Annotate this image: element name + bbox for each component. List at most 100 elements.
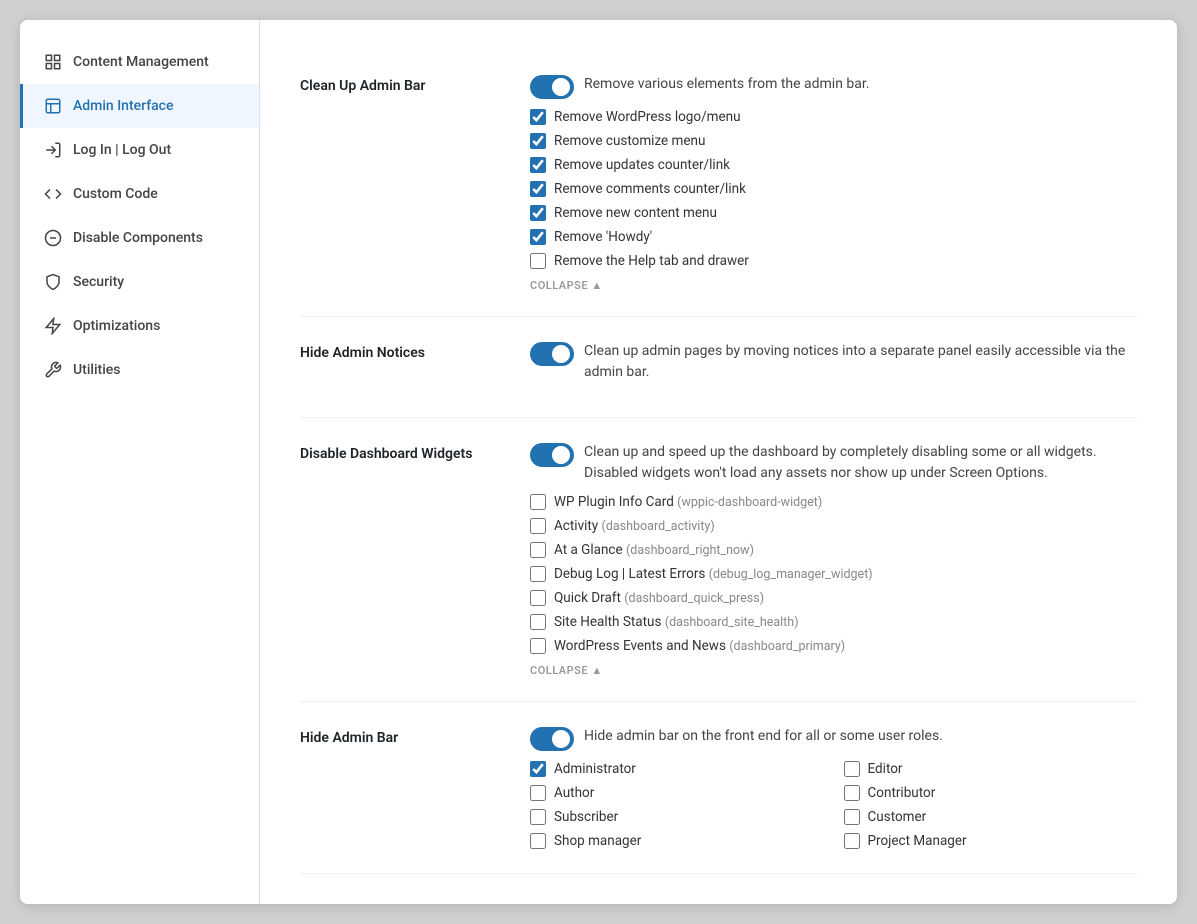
checkbox-label-subscriber: Subscriber (554, 809, 618, 825)
checkbox-role-author[interactable]: Author (530, 785, 824, 801)
checkbox-label-shop-manager: Shop manager (554, 833, 641, 849)
sidebar-item-security[interactable]: Security (20, 260, 259, 304)
sidebar-label-admin-interface: Admin Interface (73, 98, 174, 114)
sidebar-label-security: Security (73, 274, 124, 290)
checkbox-label-wp-plugin-info-card: WP Plugin Info Card (wppic-dashboard-wid… (554, 494, 822, 510)
checkbox-remove-wp-logo[interactable]: Remove WordPress logo/menu (530, 109, 1137, 125)
sidebar-item-custom-code[interactable]: Custom Code (20, 172, 259, 216)
checkbox-remove-customize-menu[interactable]: Remove customize menu (530, 133, 1137, 149)
clean-up-admin-bar-description: Remove various elements from the admin b… (584, 74, 869, 95)
collapse-clean-up-admin-bar[interactable]: COLLAPSE ▲ (530, 279, 1137, 292)
checkbox-role-subscriber[interactable]: Subscriber (530, 809, 824, 825)
zap-icon (43, 316, 63, 336)
setting-hide-admin-bar: Hide Admin Bar Hide admin bar on the fro… (300, 702, 1137, 874)
sidebar-label-utilities: Utilities (73, 362, 120, 378)
grid-icon (43, 52, 63, 72)
checkbox-label-remove-customize-menu: Remove customize menu (554, 133, 705, 149)
clean-up-admin-bar-label: Clean Up Admin Bar (300, 74, 500, 292)
checkbox-label-author: Author (554, 785, 594, 801)
checkbox-activity[interactable]: Activity (dashboard_activity) (530, 518, 1137, 534)
disable-dashboard-widgets-toggle[interactable] (530, 443, 574, 467)
clean-up-admin-bar-checkboxes: Remove WordPress logo/menu Remove custom… (530, 109, 1137, 269)
sidebar-item-utilities[interactable]: Utilities (20, 348, 259, 392)
checkbox-site-health[interactable]: Site Health Status (dashboard_site_healt… (530, 614, 1137, 630)
checkbox-wp-plugin-info-card[interactable]: WP Plugin Info Card (wppic-dashboard-wid… (530, 494, 1137, 510)
login-icon (43, 140, 63, 160)
hide-admin-notices-description: Clean up admin pages by moving notices i… (584, 341, 1137, 383)
checkbox-label-remove-wp-logo: Remove WordPress logo/menu (554, 109, 741, 125)
checkbox-label-remove-new-content: Remove new content menu (554, 205, 717, 221)
checkbox-remove-howdy[interactable]: Remove 'Howdy' (530, 229, 1137, 245)
minus-circle-icon (43, 228, 63, 248)
checkbox-label-remove-help-tab: Remove the Help tab and drawer (554, 253, 749, 269)
hide-admin-notices-toggle-row: Clean up admin pages by moving notices i… (530, 341, 1137, 383)
setting-disable-dashboard-widgets: Disable Dashboard Widgets Clean up and s… (300, 418, 1137, 702)
sidebar-label-custom-code: Custom Code (73, 186, 158, 202)
checkbox-label-project-manager: Project Manager (868, 833, 967, 849)
hide-admin-bar-toggle[interactable] (530, 727, 574, 751)
checkbox-role-customer[interactable]: Customer (844, 809, 1138, 825)
sidebar-label-content-management: Content Management (73, 54, 209, 70)
checkbox-label-activity: Activity (dashboard_activity) (554, 518, 715, 534)
checkbox-at-a-glance[interactable]: At a Glance (dashboard_right_now) (530, 542, 1137, 558)
collapse-disable-dashboard-widgets[interactable]: COLLAPSE ▲ (530, 664, 1137, 677)
checkbox-remove-new-content[interactable]: Remove new content menu (530, 205, 1137, 221)
sidebar-item-content-management[interactable]: Content Management (20, 40, 259, 84)
hide-admin-notices-label: Hide Admin Notices (300, 341, 500, 393)
sidebar: Content Management Admin Interface Log I… (20, 20, 260, 904)
checkbox-label-debug-log: Debug Log | Latest Errors (debug_log_man… (554, 566, 873, 582)
checkbox-label-at-a-glance: At a Glance (dashboard_right_now) (554, 542, 754, 558)
checkbox-label-quick-draft: Quick Draft (dashboard_quick_press) (554, 590, 764, 606)
hide-admin-bar-label: Hide Admin Bar (300, 726, 500, 849)
clean-up-admin-bar-toggle[interactable] (530, 75, 574, 99)
sidebar-label-disable-components: Disable Components (73, 230, 203, 246)
layout-icon (43, 96, 63, 116)
checkbox-role-project-manager[interactable]: Project Manager (844, 833, 1138, 849)
checkbox-label-site-health: Site Health Status (dashboard_site_healt… (554, 614, 799, 630)
hide-admin-bar-toggle-row: Hide admin bar on the front end for all … (530, 726, 1137, 751)
disable-dashboard-widgets-description: Clean up and speed up the dashboard by c… (584, 442, 1137, 484)
checkbox-label-customer: Customer (868, 809, 927, 825)
checkbox-wp-events-news[interactable]: WordPress Events and News (dashboard_pri… (530, 638, 1137, 654)
checkbox-remove-help-tab[interactable]: Remove the Help tab and drawer (530, 253, 1137, 269)
clean-up-admin-bar-toggle-row: Remove various elements from the admin b… (530, 74, 1137, 99)
hide-admin-bar-description: Hide admin bar on the front end for all … (584, 726, 943, 747)
checkbox-role-administrator[interactable]: Administrator (530, 761, 824, 777)
checkbox-label-remove-comments-counter: Remove comments counter/link (554, 181, 746, 197)
app-window: Content Management Admin Interface Log I… (20, 20, 1177, 904)
sidebar-label-optimizations: Optimizations (73, 318, 160, 334)
checkbox-label-remove-howdy: Remove 'Howdy' (554, 229, 652, 245)
shield-icon (43, 272, 63, 292)
hide-admin-bar-role-checkboxes: Administrator Editor Author Contributor (530, 761, 1137, 849)
checkbox-label-editor: Editor (868, 761, 903, 777)
hide-admin-notices-content: Clean up admin pages by moving notices i… (530, 341, 1137, 393)
sidebar-item-admin-interface[interactable]: Admin Interface (20, 84, 259, 128)
main-content: Clean Up Admin Bar Remove various elemen… (260, 20, 1177, 904)
sidebar-item-disable-components[interactable]: Disable Components (20, 216, 259, 260)
tool-icon (43, 360, 63, 380)
disable-dashboard-widgets-label: Disable Dashboard Widgets (300, 442, 500, 677)
clean-up-admin-bar-content: Remove various elements from the admin b… (530, 74, 1137, 292)
setting-hide-admin-notices: Hide Admin Notices Clean up admin pages … (300, 317, 1137, 418)
checkbox-debug-log[interactable]: Debug Log | Latest Errors (debug_log_man… (530, 566, 1137, 582)
disable-dashboard-widgets-toggle-row: Clean up and speed up the dashboard by c… (530, 442, 1137, 484)
disable-dashboard-widgets-content: Clean up and speed up the dashboard by c… (530, 442, 1137, 677)
checkbox-label-remove-updates-counter: Remove updates counter/link (554, 157, 730, 173)
checkbox-role-shop-manager[interactable]: Shop manager (530, 833, 824, 849)
checkbox-role-editor[interactable]: Editor (844, 761, 1138, 777)
sidebar-label-login-logout: Log In | Log Out (73, 142, 171, 158)
hide-admin-notices-toggle[interactable] (530, 342, 574, 366)
disable-dashboard-widgets-checkboxes: WP Plugin Info Card (wppic-dashboard-wid… (530, 494, 1137, 654)
setting-clean-up-admin-bar: Clean Up Admin Bar Remove various elemen… (300, 50, 1137, 317)
hide-admin-bar-content: Hide admin bar on the front end for all … (530, 726, 1137, 849)
code-icon (43, 184, 63, 204)
checkbox-label-administrator: Administrator (554, 761, 636, 777)
checkbox-label-contributor: Contributor (868, 785, 936, 801)
sidebar-item-optimizations[interactable]: Optimizations (20, 304, 259, 348)
checkbox-role-contributor[interactable]: Contributor (844, 785, 1138, 801)
checkbox-quick-draft[interactable]: Quick Draft (dashboard_quick_press) (530, 590, 1137, 606)
checkbox-remove-comments-counter[interactable]: Remove comments counter/link (530, 181, 1137, 197)
checkbox-remove-updates-counter[interactable]: Remove updates counter/link (530, 157, 1137, 173)
checkbox-label-wp-events-news: WordPress Events and News (dashboard_pri… (554, 638, 845, 654)
sidebar-item-login-logout[interactable]: Log In | Log Out (20, 128, 259, 172)
